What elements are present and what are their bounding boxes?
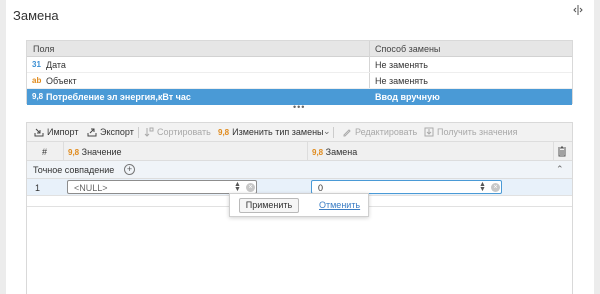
export-icon: [87, 128, 97, 137]
toolbar-divider: [138, 127, 139, 138]
replacement-input[interactable]: 0 ▲ ▼ ×: [311, 180, 502, 194]
get-values-label: Получить значения: [437, 127, 518, 137]
toolbar: Импорт Экспорт Сортировать 9,8 Изменить …: [27, 123, 572, 142]
column-value[interactable]: 9,8 Значение: [68, 147, 122, 157]
grid-header: # 9,8 Значение 9,8 Замена: [27, 142, 572, 161]
field-method[interactable]: Не заменять: [375, 76, 428, 86]
clear-icon[interactable]: ×: [246, 183, 255, 192]
export-label: Экспорт: [100, 127, 134, 137]
change-type-label: Изменить тип замены: [232, 127, 324, 137]
number-icon: 9,8: [32, 92, 44, 101]
text-icon: ab: [32, 76, 42, 85]
import-icon: [34, 128, 44, 137]
right-border: [594, 0, 600, 294]
group-row-exact-match[interactable]: Точное совпадение + ⌃: [27, 161, 572, 179]
group-label: Точное совпадение: [33, 165, 115, 175]
number-type-icon: 9,8: [68, 148, 80, 157]
cancel-link[interactable]: Отменить: [319, 200, 360, 210]
row-number: 1: [35, 183, 41, 193]
field-name: Объект: [46, 76, 77, 86]
change-type-button[interactable]: 9,8 Изменить тип замены: [218, 127, 324, 137]
number-type-icon: 9,8: [312, 148, 324, 157]
chevron-up-icon[interactable]: ⌃: [556, 164, 564, 175]
import-button[interactable]: Импорт: [34, 127, 78, 137]
field-name: Дата: [46, 60, 66, 70]
column-replace-method[interactable]: Способ замены: [375, 44, 440, 54]
value-input[interactable]: <NULL> ▲ ▼ ×: [67, 180, 257, 194]
column-value-label: Значение: [81, 147, 122, 157]
column-divider: [307, 142, 308, 161]
sort-label: Сортировать: [157, 127, 211, 137]
fields-table-header: Поля Способ замены: [27, 41, 572, 57]
spinner-icon[interactable]: ▲ ▼: [234, 181, 241, 193]
pencil-icon: [343, 129, 351, 137]
toolbar-divider: [333, 127, 334, 138]
edit-button[interactable]: Редактировать: [342, 127, 417, 137]
add-icon[interactable]: +: [124, 164, 135, 175]
export-button[interactable]: Экспорт: [87, 127, 134, 137]
column-number: #: [42, 147, 48, 157]
value-text: <NULL>: [74, 183, 108, 193]
import-label: Импорт: [47, 127, 79, 137]
field-name: Потребление эл энергия,кВт час: [46, 92, 191, 102]
resize-handle[interactable]: •••: [293, 102, 305, 112]
date-icon: 31: [32, 60, 41, 69]
field-row-date[interactable]: 31 Дата Не заменять: [27, 57, 572, 73]
get-values-button[interactable]: Получить значения: [424, 127, 518, 137]
column-replace[interactable]: 9,8 Замена: [312, 147, 357, 157]
left-border: [0, 0, 6, 294]
field-method[interactable]: Не заменять: [375, 60, 428, 70]
number-type-icon: 9,8: [218, 127, 230, 137]
apply-button[interactable]: Применить: [239, 198, 299, 213]
fields-table: Поля Способ замены 31 Дата Не заменять a…: [26, 40, 573, 105]
confirm-popup: Применить Отменить: [229, 193, 369, 217]
page-title: Замена: [13, 8, 59, 23]
download-icon: [424, 127, 434, 137]
split-view-icon[interactable]: [572, 4, 584, 16]
field-row-object[interactable]: ab Объект Не заменять: [27, 73, 572, 89]
edit-label: Редактировать: [355, 127, 418, 137]
clear-icon[interactable]: ×: [491, 183, 500, 192]
field-method[interactable]: Ввод вручную: [375, 92, 440, 102]
spinner-icon[interactable]: ▲ ▼: [479, 181, 486, 193]
column-replace-label: Замена: [325, 147, 358, 157]
sort-icon: [144, 127, 154, 137]
trash-icon[interactable]: [557, 146, 567, 157]
replacement-text: 0: [318, 183, 324, 193]
column-divider: [553, 142, 554, 161]
sort-button[interactable]: Сортировать: [144, 127, 211, 137]
chevron-down-icon[interactable]: ⌄: [323, 126, 331, 137]
column-divider: [63, 142, 64, 161]
column-fields: Поля: [33, 44, 55, 54]
